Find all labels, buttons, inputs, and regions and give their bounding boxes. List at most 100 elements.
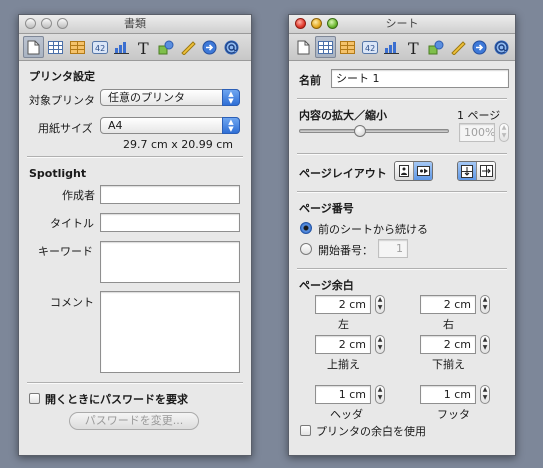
at-icon[interactable] [221,36,242,58]
document-inspector-window: 書類 42 T プリンタ設定 対象プリンタ 任意のプリンタ ▲ ▼ 用紙サイズ A… [18,14,252,456]
paper-dimensions: 29.7 cm x 20.99 cm [123,138,234,151]
ruler-icon[interactable] [447,36,468,58]
table-icon[interactable] [45,36,66,58]
text-icon[interactable]: T [403,36,424,58]
continue-from-previous-radio[interactable] [300,222,312,234]
sheet-inspector-window: シート 42 T 名前 シート 1 内容の拡大／縮小 1 ページ 100% ▲ ▼… [288,14,516,456]
bottom-margin-stepper[interactable]: ▲ ▼ [480,335,490,354]
require-password-checkbox[interactable] [29,393,40,404]
chart-icon[interactable] [381,36,402,58]
at-icon[interactable] [491,36,512,58]
titlebar[interactable]: 書類 [19,15,251,34]
printer-popup[interactable]: 任意のプリンタ ▲ ▼ [100,89,240,106]
require-password-label[interactable]: 開くときにパスワードを要求 [45,391,188,407]
header-margin-field[interactable]: 1 cm [315,385,371,404]
scale-percent-field[interactable]: 100% [459,123,495,142]
slider-track [299,129,449,133]
sheet-name-field[interactable]: シート 1 [331,69,509,88]
titlebar[interactable]: シート [289,15,515,34]
landscape-orientation-icon[interactable] [413,162,432,180]
comments-label: コメント [50,296,94,309]
bottom-margin-label: 下揃え [432,358,465,371]
scale-stepper[interactable]: ▲ ▼ [499,123,509,142]
cell-format-icon[interactable] [337,36,358,58]
continue-from-previous-label[interactable]: 前のシートから続ける [318,221,428,237]
paper-size-popup-value: A4 [108,119,123,132]
divider [27,382,243,384]
window-controls [25,18,68,29]
link-icon[interactable] [199,36,220,58]
divider [297,191,507,193]
divider [297,153,507,155]
use-printer-margins-label[interactable]: プリンタの余白を使用 [316,423,426,439]
orientation-segmented-control [394,161,433,181]
minimize-button-inactive[interactable] [41,18,52,29]
document-icon[interactable] [293,36,314,58]
scale-header: 内容の拡大／縮小 [299,109,387,122]
title-label: タイトル [50,217,94,230]
shapes-icon[interactable] [155,36,176,58]
author-field[interactable] [100,185,240,204]
margins-header: ページ余白 [299,279,354,292]
shapes-icon[interactable] [425,36,446,58]
zoom-button-inactive[interactable] [57,18,68,29]
change-password-button[interactable]: パスワードを変更... [69,412,199,430]
divider [297,98,507,100]
paper-size-label: 用紙サイズ [38,122,93,135]
keywords-field[interactable] [100,241,240,283]
left-margin-field[interactable]: 2 cm [315,295,371,314]
link-icon[interactable] [469,36,490,58]
left-margin-label: 左 [338,318,349,331]
title-field[interactable] [100,213,240,232]
name-label: 名前 [299,74,321,87]
page-order-across-icon[interactable] [476,162,495,180]
scale-slider[interactable] [299,123,449,139]
close-button-inactive[interactable] [25,18,36,29]
paper-size-popup[interactable]: A4 ▲ ▼ [100,117,240,134]
right-margin-stepper[interactable]: ▲ ▼ [480,295,490,314]
number-format-icon[interactable]: 42 [359,36,380,58]
window-title: 書類 [124,17,146,30]
table-icon[interactable] [315,36,336,58]
header-margin-stepper[interactable]: ▲ ▼ [375,385,385,404]
start-at-label[interactable]: 開始番号： [318,242,373,258]
header-margin-label: ヘッダ [330,408,363,421]
printer-settings-header: プリンタ設定 [29,70,95,83]
zoom-button[interactable] [327,18,338,29]
popup-arrows-icon: ▲ ▼ [222,89,240,106]
use-printer-margins-checkbox[interactable] [300,425,311,436]
author-label: 作成者 [62,189,95,202]
page-count: 1 ページ [457,109,501,122]
divider [27,156,243,158]
portrait-orientation-icon[interactable] [395,162,413,180]
text-icon[interactable]: T [133,36,154,58]
svg-text:42: 42 [365,44,375,53]
top-margin-field[interactable]: 2 cm [315,335,371,354]
close-button[interactable] [295,18,306,29]
svg-text:T: T [408,40,419,55]
footer-margin-field[interactable]: 1 cm [420,385,476,404]
top-margin-label: 上揃え [327,358,360,371]
page-order-down-icon[interactable] [458,162,476,180]
printer-popup-value: 任意のプリンタ [108,91,185,104]
inspector-toolbar: 42 T [19,34,251,61]
bottom-margin-field[interactable]: 2 cm [420,335,476,354]
slider-knob[interactable] [354,125,366,137]
comments-field[interactable] [100,291,240,373]
left-margin-stepper[interactable]: ▲ ▼ [375,295,385,314]
number-format-icon[interactable]: 42 [89,36,110,58]
svg-text:42: 42 [95,44,105,53]
cell-format-icon[interactable] [67,36,88,58]
minimize-button[interactable] [311,18,322,29]
footer-margin-stepper[interactable]: ▲ ▼ [480,385,490,404]
document-icon[interactable] [23,36,44,58]
keywords-label: キーワード [38,245,93,258]
footer-margin-label: フッタ [437,408,470,421]
top-margin-stepper[interactable]: ▲ ▼ [375,335,385,354]
start-at-field[interactable]: 1 [378,239,408,258]
right-margin-field[interactable]: 2 cm [420,295,476,314]
chart-icon[interactable] [111,36,132,58]
ruler-icon[interactable] [177,36,198,58]
page-order-segmented-control [457,161,496,181]
start-at-radio[interactable] [300,243,312,255]
